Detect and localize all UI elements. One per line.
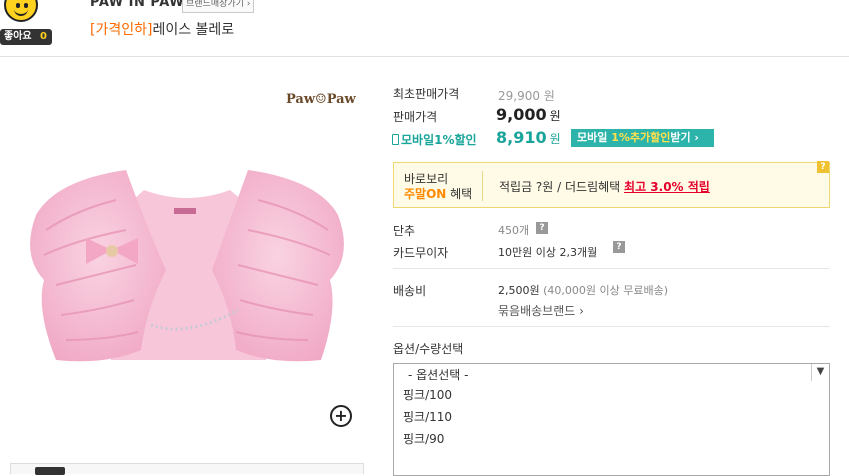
points-highlight-link[interactable]: 최고 3.0% 적립: [624, 180, 710, 194]
like-count: 0: [40, 31, 47, 42]
option-list: 핑크/100 핑크/110 핑크/90: [393, 381, 830, 476]
thumbnail-strip[interactable]: [10, 463, 364, 475]
shipping-note: (40,000원 이상 무료배송): [543, 284, 669, 297]
sale-price-unit: 원: [549, 109, 561, 123]
brand-name[interactable]: PAW IN PAW: [90, 0, 184, 10]
option-item[interactable]: 핑크/90: [403, 430, 444, 447]
card-installment-help-icon[interactable]: ?: [613, 241, 625, 253]
header-divider: [0, 56, 849, 57]
sale-price-value: 9,000: [496, 105, 547, 124]
option-select[interactable]: - 옵션선택 - ▼: [393, 363, 830, 382]
phone-icon: [392, 134, 399, 145]
bundle-shipping-link[interactable]: 묶음배송브랜드 ›: [498, 302, 584, 319]
like-button[interactable]: 좋아요 0: [0, 29, 52, 45]
mobile-discount-button[interactable]: 모바일 1%추가할인받기 ›: [571, 129, 714, 147]
brand-logo: Paw☺Paw: [286, 92, 356, 107]
benefit-help-icon[interactable]: ?: [817, 161, 829, 173]
brand-shop-button[interactable]: 브랜드매장가기 ›: [182, 0, 255, 13]
chevron-down-icon[interactable]: ▼: [811, 364, 829, 381]
original-price-label: 최초판매가격: [393, 87, 460, 101]
option-item[interactable]: 핑크/100: [403, 386, 452, 403]
divider-options: [393, 326, 830, 327]
benefit-divider: [482, 171, 483, 201]
mobile-price-value: 8,910: [496, 128, 547, 147]
title-text: 레이스 볼레로: [152, 22, 235, 38]
card-installment-value: 10만원 이상 2,3개월: [498, 246, 598, 259]
mobile-price-unit: 원: [549, 132, 561, 146]
original-price: 29,900 원: [498, 89, 555, 103]
smiley-icon: [4, 0, 38, 22]
like-widget[interactable]: 좋아요 0: [0, 0, 52, 46]
benefit-line2: 주말ON 혜택: [404, 187, 473, 201]
option-label: 옵션/수량선택: [393, 342, 464, 356]
sale-price: 9,000 원: [496, 105, 561, 124]
button-count-help-icon[interactable]: ?: [536, 222, 548, 234]
mobile-price: 8,910 원: [496, 128, 561, 147]
product-image[interactable]: [16, 160, 358, 375]
like-label: 좋아요: [4, 31, 32, 42]
option-item[interactable]: 핑크/110: [403, 408, 452, 425]
mobile-discount-label: 모바일1%할인: [392, 131, 477, 148]
product-title: [가격인하]레이스 볼레로: [90, 19, 234, 39]
zoom-icon[interactable]: +: [330, 405, 352, 427]
card-installment-label: 카드무이자: [393, 246, 449, 260]
shipping-fee: 2,500원 (40,000원 이상 무료배송): [498, 284, 669, 297]
button-count-value: 450개: [498, 224, 530, 237]
sale-price-label: 판매가격: [393, 110, 438, 124]
shipping-label: 배송비: [393, 284, 427, 298]
benefit-box: 바로보리 주말ON 혜택 적립금 ?원 / 더드림혜택 최고 3.0% 적립: [393, 162, 830, 208]
title-tag: [가격인하]: [90, 22, 153, 38]
divider-shipping: [393, 268, 830, 269]
button-count-label: 단추: [393, 224, 416, 238]
points-info: 적립금 ?원 / 더드림혜택 최고 3.0% 적립: [499, 180, 710, 194]
